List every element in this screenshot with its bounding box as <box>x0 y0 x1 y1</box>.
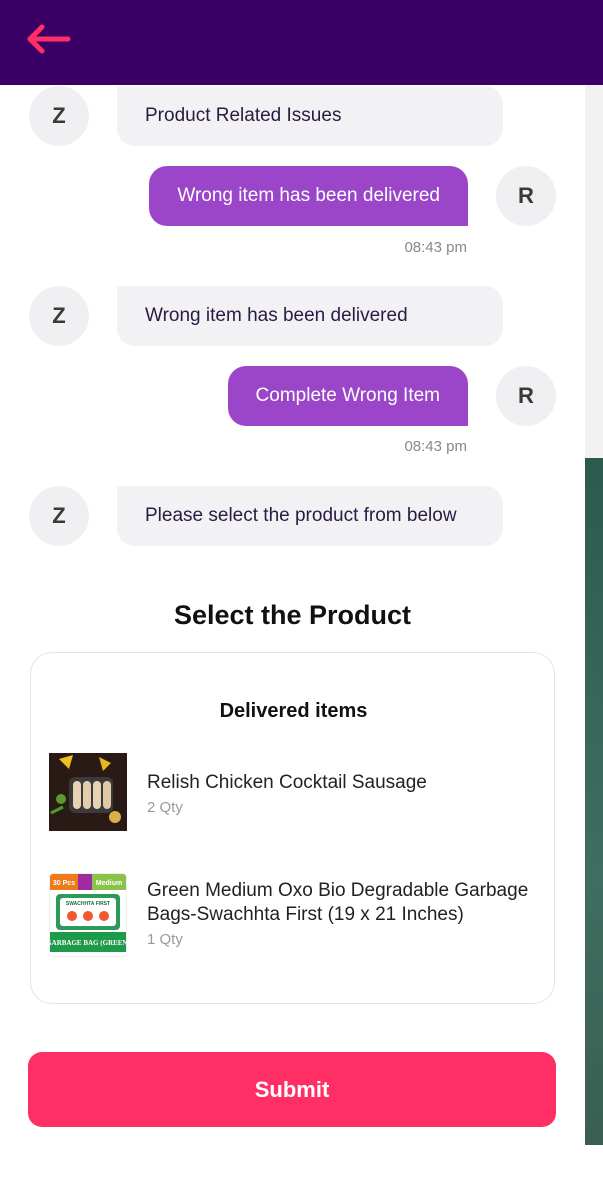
select-product-title: Select the Product <box>173 600 412 630</box>
product-item[interactable]: Relish Chicken Cocktail Sausage 2 Qty <box>49 753 539 833</box>
sausage-product-image <box>49 753 127 831</box>
user-avatar: R <box>496 366 556 426</box>
bot-message-bubble: Product Related Issues <box>117 86 503 146</box>
pack-band-label: GARBAGE BAG (GREEN) <box>50 939 126 947</box>
submit-button[interactable]: Submit <box>28 1052 556 1127</box>
scrollbar-thumb[interactable] <box>585 458 603 1145</box>
product-quantity: 1 Qty <box>147 931 183 948</box>
product-quantity: 2 Qty <box>147 799 183 816</box>
message-text: Product Related Issues <box>145 105 342 126</box>
message-text: Complete Wrong Item <box>255 385 440 406</box>
pack-size-label: Medium <box>96 880 122 887</box>
garbage-bag-product-image: 30 Pcs Medium SWACHHTA FIRST GARBAGE BAG… <box>49 873 127 957</box>
message-text: Please select the product from below <box>145 505 457 526</box>
message-text: Wrong item has been delivered <box>145 305 408 326</box>
user-avatar: R <box>496 166 556 226</box>
pack-count-label: 30 Pcs <box>53 880 75 887</box>
bot-avatar: Z <box>29 486 89 546</box>
delivered-items-card: Delivered items Relish Chicken Cocktail … <box>30 652 555 1004</box>
message-timestamp: 08:43 pm <box>404 239 467 256</box>
bot-avatar: Z <box>29 286 89 346</box>
product-item[interactable]: 30 Pcs Medium SWACHHTA FIRST GARBAGE BAG… <box>49 871 539 961</box>
pack-brand-label: SWACHHTA FIRST <box>66 901 110 907</box>
product-name: Relish Chicken Cocktail Sausage <box>147 772 427 793</box>
message-timestamp: 08:43 pm <box>404 438 467 455</box>
bot-avatar: Z <box>29 86 89 146</box>
bot-message-bubble: Please select the product from below <box>117 486 503 546</box>
bot-message-bubble: Wrong item has been delivered <box>117 286 503 346</box>
product-name: Green Medium Oxo Bio Degradable Garbage … <box>147 880 529 925</box>
message-text: Wrong item has been delivered <box>177 185 440 206</box>
delivered-items-title: Delivered items <box>219 700 368 722</box>
app-header <box>0 0 603 85</box>
user-message-bubble: Wrong item has been delivered <box>149 166 468 226</box>
back-arrow-icon[interactable] <box>22 22 74 56</box>
user-message-bubble: Complete Wrong Item <box>227 366 468 426</box>
